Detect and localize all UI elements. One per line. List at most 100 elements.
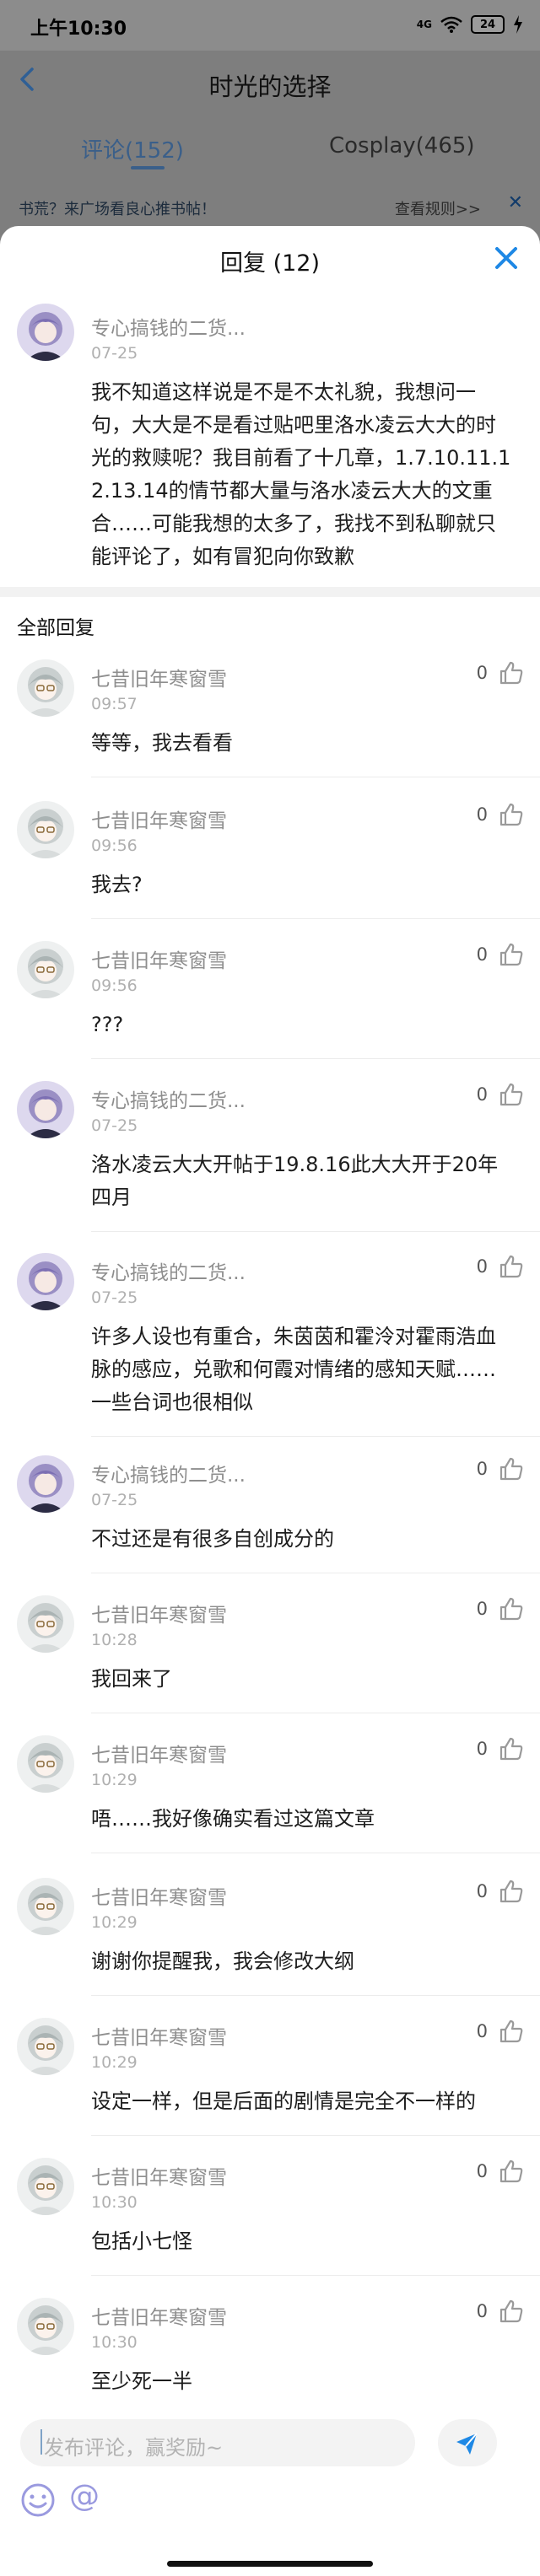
reply-text: 不过还是有很多自创成分的 [91, 1527, 334, 1551]
reply-author[interactable]: 七昔旧年寒窗雪 [91, 2301, 227, 2330]
reply-author[interactable]: 七昔旧年寒窗雪 [91, 1599, 227, 1627]
reply-time: 09:56 [91, 976, 138, 995]
reply-time: 10:29 [91, 1913, 138, 1932]
thumbs-up-icon[interactable] [498, 1735, 525, 1762]
avatar[interactable] [17, 2018, 74, 2075]
battery-icon: 24 [471, 15, 505, 34]
comment-author[interactable]: 专心搞钱的二货... [91, 312, 246, 341]
reply-time: 07-25 [91, 1491, 138, 1509]
send-icon [456, 2433, 478, 2455]
reply-author[interactable]: 七昔旧年寒窗雪 [91, 1739, 227, 1767]
like-count: 0 [476, 2021, 488, 2041]
reply-text: 等等，我去看看 [91, 731, 233, 755]
reply-author[interactable]: 七昔旧年寒窗雪 [91, 2161, 227, 2190]
like-count: 0 [476, 1739, 488, 1759]
status-bar: 上午10:30 4G 24 [0, 0, 540, 51]
reply-author[interactable]: 七昔旧年寒窗雪 [91, 663, 227, 691]
thumbs-up-icon[interactable] [498, 941, 525, 968]
section-divider [0, 587, 540, 597]
reply-text: 我去? [91, 873, 143, 896]
emoji-icon[interactable] [20, 2482, 56, 2518]
avatar[interactable] [17, 1455, 74, 1513]
wifi-icon [440, 16, 462, 33]
like-count: 0 [476, 1599, 488, 1619]
status-time: 上午10:30 [30, 19, 127, 40]
page-title: 时光的选择 [208, 73, 332, 101]
reply-text: 设定一样，但是后面的剧情是完全不一样的 [91, 2089, 476, 2113]
avatar[interactable] [17, 1081, 74, 1138]
reply-time: 07-25 [91, 1116, 138, 1135]
sheet-title: 回复 (12) [219, 250, 320, 277]
like-count: 0 [476, 663, 488, 683]
row-divider [91, 918, 540, 919]
thumbs-up-icon[interactable] [498, 801, 525, 828]
avatar[interactable] [17, 304, 74, 361]
like-count: 0 [476, 944, 488, 965]
reply-text: 包括小七怪 [91, 2229, 192, 2253]
tab-cosplay[interactable]: Cosplay(465) [329, 133, 475, 159]
notice-close-icon[interactable]: ✕ [508, 192, 523, 213]
all-replies-heading: 全部回复 [17, 617, 94, 639]
text-caret [40, 2429, 42, 2455]
like-count: 0 [476, 1256, 488, 1277]
avatar[interactable] [17, 1878, 74, 1935]
home-indicator [167, 2561, 373, 2567]
status-icons: 4G 24 [417, 13, 523, 35]
avatar[interactable] [17, 1735, 74, 1793]
reply-time: 10:30 [91, 2333, 138, 2352]
thumbs-up-icon[interactable] [498, 2158, 525, 2185]
reply-time: 09:57 [91, 695, 138, 713]
like-count: 0 [476, 2301, 488, 2321]
at-icon[interactable]: @ [69, 2479, 100, 2514]
reply-author[interactable]: 专心搞钱的二货... [91, 1084, 246, 1113]
signal-icon: 4G [416, 19, 432, 30]
reply-author[interactable]: 专心搞钱的二货... [91, 1459, 246, 1487]
send-button[interactable] [438, 2419, 497, 2466]
like-count: 0 [476, 1459, 488, 1479]
reply-author[interactable]: 七昔旧年寒窗雪 [91, 1881, 227, 1910]
reply-author[interactable]: 七昔旧年寒窗雪 [91, 804, 227, 833]
main-comment-text: 我不知道这样说是不是不太礼貌，我想问一句，大大是不是看过贴吧里洛水凌云大大的时光… [91, 380, 511, 568]
reply-author[interactable]: 七昔旧年寒窗雪 [91, 2021, 227, 2050]
row-divider [91, 1231, 540, 1232]
avatar[interactable] [17, 2158, 74, 2215]
row-divider [91, 1436, 540, 1437]
reply-time: 10:30 [91, 2193, 138, 2212]
rules-link[interactable]: 查看规则>> [395, 197, 481, 219]
thumbs-up-icon[interactable] [498, 1878, 525, 1905]
reply-author[interactable]: 七昔旧年寒窗雪 [91, 944, 227, 973]
reply-author[interactable]: 专心搞钱的二货... [91, 1256, 246, 1285]
avatar[interactable] [17, 1253, 74, 1310]
reply-text: 我回来了 [91, 1667, 172, 1691]
avatar[interactable] [17, 1595, 74, 1653]
avatar[interactable] [17, 941, 74, 998]
row-divider [91, 1058, 540, 1059]
row-divider [91, 1995, 540, 1996]
thumbs-up-icon[interactable] [498, 1081, 525, 1108]
avatar[interactable] [17, 801, 74, 858]
like-count: 0 [476, 1881, 488, 1901]
close-icon[interactable] [489, 241, 523, 275]
thumbs-up-icon[interactable] [498, 2018, 525, 2045]
active-tab-indicator [131, 166, 165, 169]
charging-icon [514, 15, 522, 34]
thumbs-up-icon[interactable] [498, 2298, 525, 2325]
thumbs-up-icon[interactable] [498, 1253, 525, 1280]
reply-text: 许多人设也有重合，朱茵茵和霍泠对霍雨浩血脉的感应，兑歌和何霞对情绪的感知天赋……… [91, 1325, 496, 1414]
comment-input-placeholder: 发布评论，赢奖励~ [44, 2436, 224, 2460]
avatar[interactable] [17, 659, 74, 717]
reply-text: 洛水凌云大大开帖于19.8.16此大大开于20年四月 [91, 1153, 499, 1209]
reply-text: 谢谢你提醒我，我会修改大纲 [91, 1949, 354, 1973]
thumbs-up-icon[interactable] [498, 1455, 525, 1482]
like-count: 0 [476, 804, 488, 825]
notice-banner-text[interactable]: 书荒？来广场看良心推书帖！ [19, 197, 216, 219]
reply-time: 10:29 [91, 1771, 138, 1789]
tab-comments[interactable]: 评论(152) [81, 133, 184, 164]
reply-time: 10:28 [91, 1631, 138, 1649]
thumbs-up-icon[interactable] [498, 1595, 525, 1622]
reply-text: 唔……我好像确实看过这篇文章 [91, 1807, 375, 1831]
thumbs-up-icon[interactable] [498, 659, 525, 686]
reply-time: 09:56 [91, 836, 138, 855]
like-count: 0 [476, 2161, 488, 2181]
avatar[interactable] [17, 2298, 74, 2355]
